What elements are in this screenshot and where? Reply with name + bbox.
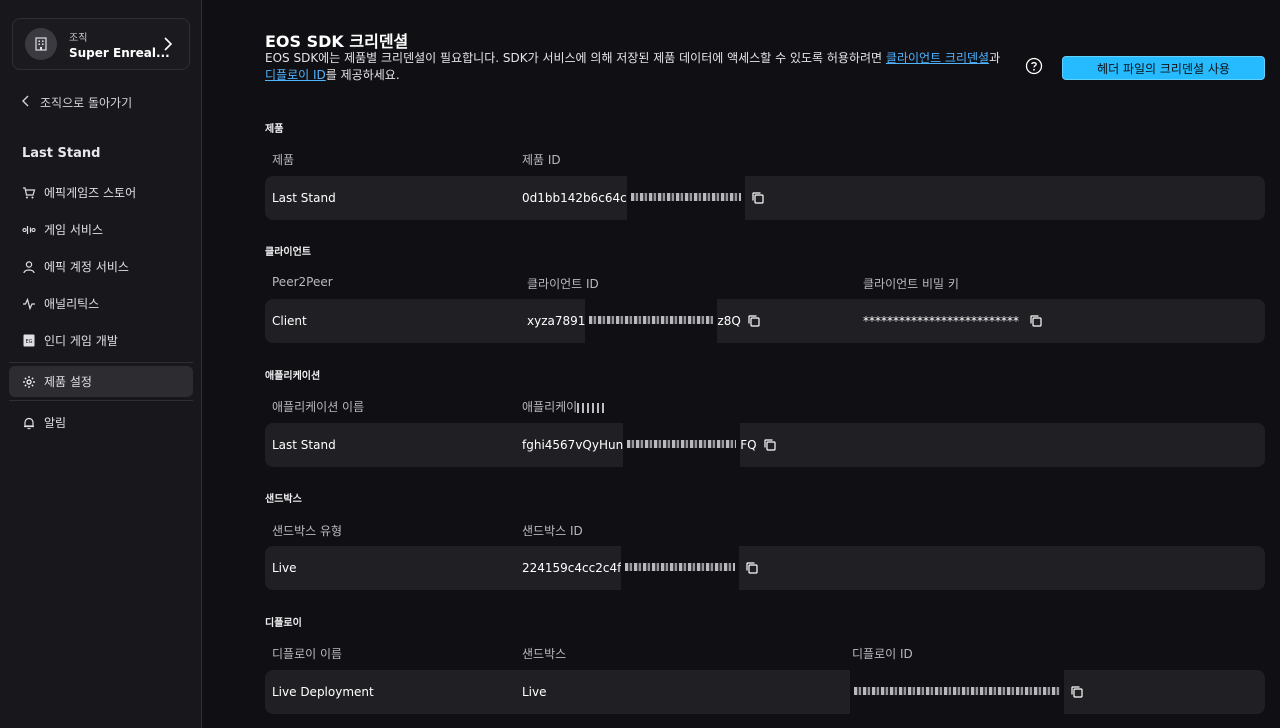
client-id-suffix: z8Q <box>717 314 741 328</box>
client-secret-cell: ************************** <box>863 299 1043 343</box>
chevron-left-icon <box>22 95 30 110</box>
svg-text:EG: EG <box>25 339 32 345</box>
sidebar-divider <box>9 362 193 363</box>
sidebar-item-notifications[interactable]: 알림 <box>0 404 202 441</box>
product-id: 0d1bb142b6c64c <box>522 191 627 205</box>
redacted-value <box>585 299 718 343</box>
column-header: 클라이언트 ID <box>527 277 599 291</box>
sidebar-item-label: 제품 설정 <box>44 375 92 389</box>
column-header: 클라이언트 비밀 키 <box>863 277 959 291</box>
copy-icon[interactable] <box>1070 685 1084 699</box>
client-credentials-link[interactable]: 클라이언트 크리덴셜 <box>886 51 989 65</box>
desc-text: EOS SDK에는 제품별 크리덴셜이 필요합니다. SDK가 서비스에 의해 … <box>265 51 886 65</box>
main-content: EOS SDK 크리덴셜 EOS SDK에는 제품별 크리덴셜이 필요합니다. … <box>202 0 1280 728</box>
sidebar-item-analytics[interactable]: 애널리틱스 <box>0 285 202 322</box>
indie-icon: EG <box>22 334 36 348</box>
desc-text: 과 <box>989 51 1001 65</box>
deployment-id-cell <box>850 670 1084 714</box>
project-title: Last Stand <box>22 146 101 161</box>
column-header: 제품 <box>272 153 295 167</box>
section-title-deployment: 디플로이 <box>265 618 302 629</box>
user-icon <box>22 260 36 274</box>
client-name: Client <box>272 314 307 328</box>
redacted-value <box>577 402 608 413</box>
sidebar-item-label: 게임 서비스 <box>44 223 104 237</box>
use-header-credentials-button[interactable]: 헤더 파일의 크리덴셜 사용 <box>1062 56 1265 80</box>
column-header-text: 애플리케이 <box>522 400 578 414</box>
client-secret: ************************** <box>863 314 1019 328</box>
client-id: xyza7891 <box>527 314 586 328</box>
building-icon <box>25 28 57 60</box>
column-header: 애플리케이 <box>522 398 608 415</box>
column-header: 애플리케이션 이름 <box>272 400 365 414</box>
sidebar: 조직 Super Enreal... 조직으로 돌아가기 Last Stand … <box>0 0 202 728</box>
redacted-value <box>621 546 740 590</box>
sidebar-divider <box>9 400 193 401</box>
org-label: 조직 <box>69 32 88 44</box>
sidebar-item-label: 알림 <box>44 416 67 430</box>
column-header: 제품 ID <box>522 153 561 167</box>
section-title-sandbox: 샌드박스 <box>265 494 302 505</box>
bell-icon <box>22 416 36 430</box>
table-row-deployment: Live Deployment Live <box>265 670 1265 714</box>
sandbox-id-cell: 224159c4cc2c4f <box>522 546 759 590</box>
section-title-application: 애플리케이션 <box>265 371 321 382</box>
application-id-suffix: FQ <box>740 438 757 452</box>
back-label: 조직으로 돌아가기 <box>40 96 133 110</box>
redacted-value <box>850 670 1064 714</box>
page-title: EOS SDK 크리덴셜 <box>265 32 409 51</box>
gear-icon <box>22 375 36 389</box>
sidebar-item-label: 에픽 계정 서비스 <box>44 260 129 274</box>
sidebar-item-game-services[interactable]: 게임 서비스 <box>0 211 202 248</box>
copy-icon[interactable] <box>1029 314 1043 328</box>
sidebar-item-label: 애널리틱스 <box>44 297 100 311</box>
client-id-cell: xyza7891 z8Q <box>527 299 761 343</box>
sidebar-item-account-services[interactable]: 에픽 계정 서비스 <box>0 248 202 285</box>
deployment-id-link[interactable]: 디플로이 ID <box>265 68 326 82</box>
analytics-icon <box>22 297 36 311</box>
column-header: 디플로이 ID <box>852 647 913 661</box>
sandbox-name: Live <box>272 561 297 575</box>
services-icon <box>22 223 36 237</box>
copy-icon[interactable] <box>747 314 761 328</box>
sidebar-item-label: 인디 게임 개발 <box>44 334 118 348</box>
org-switcher[interactable]: 조직 Super Enreal... <box>12 18 190 70</box>
application-name: Last Stand <box>272 438 336 452</box>
copy-icon[interactable] <box>745 561 759 575</box>
deployment-sandbox: Live <box>522 685 547 699</box>
column-header: Peer2Peer <box>272 275 333 289</box>
cart-icon <box>22 186 36 200</box>
redacted-value <box>626 176 745 220</box>
copy-icon[interactable] <box>751 191 765 205</box>
table-row-product: Last Stand 0d1bb142b6c64c <box>265 176 1265 220</box>
desc-text: 를 제공하세요. <box>325 68 400 82</box>
copy-icon[interactable] <box>763 438 777 452</box>
sidebar-item-product-settings[interactable]: 제품 설정 <box>9 366 193 397</box>
sidebar-nav: 에픽게임즈 스토어 게임 서비스 에픽 계정 서비스 애널리틱스 EG 인디 게… <box>0 174 202 441</box>
page-description: EOS SDK에는 제품별 크리덴셜이 필요합니다. SDK가 서비스에 의해 … <box>265 50 1025 84</box>
column-header: 샌드박스 ID <box>522 524 583 538</box>
product-name: Last Stand <box>272 191 336 205</box>
column-header: 샌드박스 <box>522 647 567 661</box>
org-name: Super Enreal... <box>69 45 170 60</box>
section-title-product: 제품 <box>265 124 284 135</box>
product-id-cell: 0d1bb142b6c64c <box>522 176 765 220</box>
sidebar-item-label: 에픽게임즈 스토어 <box>44 186 137 200</box>
sandbox-id: 224159c4cc2c4f <box>522 561 622 575</box>
table-row-sandbox: Live 224159c4cc2c4f <box>265 546 1265 590</box>
help-icon[interactable] <box>1025 57 1043 75</box>
deployment-name: Live Deployment <box>272 685 374 699</box>
sidebar-item-store[interactable]: 에픽게임즈 스토어 <box>0 174 202 211</box>
table-row-client: Client xyza7891 z8Q ********************… <box>265 299 1265 343</box>
section-title-client: 클라이언트 <box>265 247 311 258</box>
chevron-right-icon <box>163 36 173 55</box>
application-id: fghi4567vQyHun <box>522 438 624 452</box>
application-id-cell: fghi4567vQyHun FQ <box>522 423 777 467</box>
column-header: 디플로이 이름 <box>272 647 343 661</box>
back-to-org-link[interactable]: 조직으로 돌아가기 <box>22 94 132 111</box>
table-row-application: Last Stand fghi4567vQyHun FQ <box>265 423 1265 467</box>
column-header: 샌드박스 유형 <box>272 524 343 538</box>
redacted-value <box>623 423 741 467</box>
sidebar-item-indie-dev[interactable]: EG 인디 게임 개발 <box>0 322 202 359</box>
